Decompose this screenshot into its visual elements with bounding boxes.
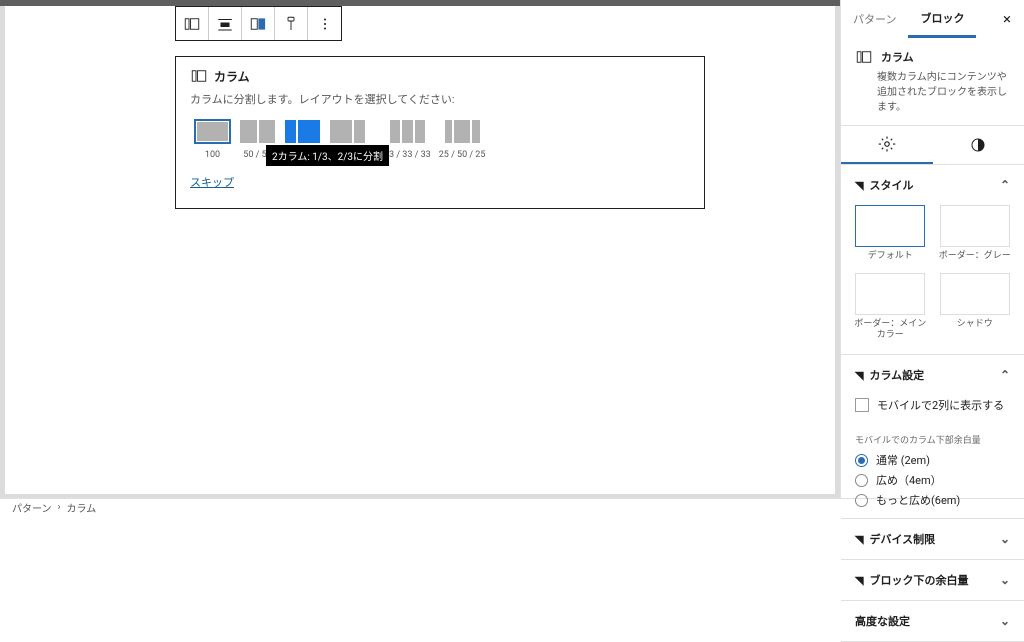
style-shadow[interactable]: シャドウ [938,273,1013,342]
editor-canvas[interactable]: カラム カラムに分割します。レイアウトを選択してください: 100 50 / 5… [5,6,835,494]
mobile-2col-checkbox[interactable] [855,398,869,412]
styles-button[interactable] [275,7,308,40]
columns-icon [190,67,208,85]
columns-icon [855,48,873,66]
style-border-gray[interactable]: ボーダー：グレー [938,205,1013,263]
chevron-up-icon: ⌃ [1000,368,1010,382]
layout-picker: 100 50 / 50 30 / 70 2カラム: 1/3、2/3に分割 70 … [194,119,690,160]
block-toolbar [175,6,342,41]
layout-100[interactable]: 100 [194,119,231,160]
layout-25-50-25[interactable]: 25 / 50 / 25 [439,119,486,160]
close-sidebar-button[interactable]: × [990,10,1024,28]
more-options-button[interactable] [308,7,341,40]
tab-pattern[interactable]: パターン [841,0,908,38]
radio-wide[interactable] [855,474,868,487]
radio-normal[interactable] [855,454,868,467]
variation-button[interactable] [242,7,275,40]
align-button[interactable] [209,7,242,40]
pin-icon: ◥ [855,533,863,546]
style-border-main[interactable]: ボーダー：メインカラー [853,273,928,342]
chevron-down-icon: ⌄ [1000,573,1010,587]
breadcrumb-root[interactable]: パターン [12,500,52,515]
contrast-icon [970,137,986,153]
breadcrumb-sep: › [58,502,61,513]
gear-icon [878,135,896,153]
tab-block[interactable]: ブロック [908,0,976,38]
panel-advanced-toggle[interactable]: 高度な設定 ⌄ [841,601,1024,641]
block-title: カラム [214,68,250,85]
layout-tooltip: 2カラム: 1/3、2/3に分割 [266,145,389,166]
side-block-title: カラム [881,49,914,65]
layout-33-33-33[interactable]: 33 / 33 / 33 [384,119,431,160]
panel-margin-toggle[interactable]: ◥ ブロック下の余白量 ⌄ [841,560,1024,600]
pin-icon: ◥ [855,179,863,192]
chevron-down-icon: ⌄ [1000,614,1010,628]
editor-canvas-area: カラム カラムに分割します。レイアウトを選択してください: 100 50 / 5… [0,0,840,498]
chevron-down-icon: ⌄ [1000,532,1010,546]
panel-device-toggle[interactable]: ◥ デバイス制限 ⌄ [841,519,1024,559]
chevron-up-icon: ⌃ [1000,178,1010,192]
pin-icon: ◥ [855,369,863,382]
style-default[interactable]: デフォルト [853,205,928,263]
side-block-desc: 複数カラム内にコンテンツや追加されたブロックを表示します。 [877,70,1010,115]
subtab-settings[interactable] [841,126,933,164]
columns-placeholder: カラム カラムに分割します。レイアウトを選択してください: 100 50 / 5… [175,56,705,209]
radio-wider[interactable] [855,494,868,507]
subtab-styles[interactable] [933,126,1024,164]
block-type-button[interactable] [176,7,209,40]
block-description: カラムに分割します。レイアウトを選択してください: [190,91,690,107]
settings-sidebar: パターン ブロック × カラム 複数カラム内にコンテンツや追加されたブロックを表… [840,0,1024,498]
breadcrumb-leaf[interactable]: カラム [67,500,97,515]
skip-link[interactable]: スキップ [190,174,234,190]
mobile-2col-label: モバイルで2列に表示する [877,397,1004,413]
pin-icon: ◥ [855,574,863,587]
panel-column-toggle[interactable]: ◥ カラム設定 ⌃ [841,355,1024,395]
panel-style-toggle[interactable]: ◥ スタイル ⌃ [841,165,1024,205]
spacing-label: モバイルでのカラム下部余白量 [841,423,1024,450]
layout-30-70[interactable]: 30 / 70 2カラム: 1/3、2/3に分割 [284,119,321,160]
